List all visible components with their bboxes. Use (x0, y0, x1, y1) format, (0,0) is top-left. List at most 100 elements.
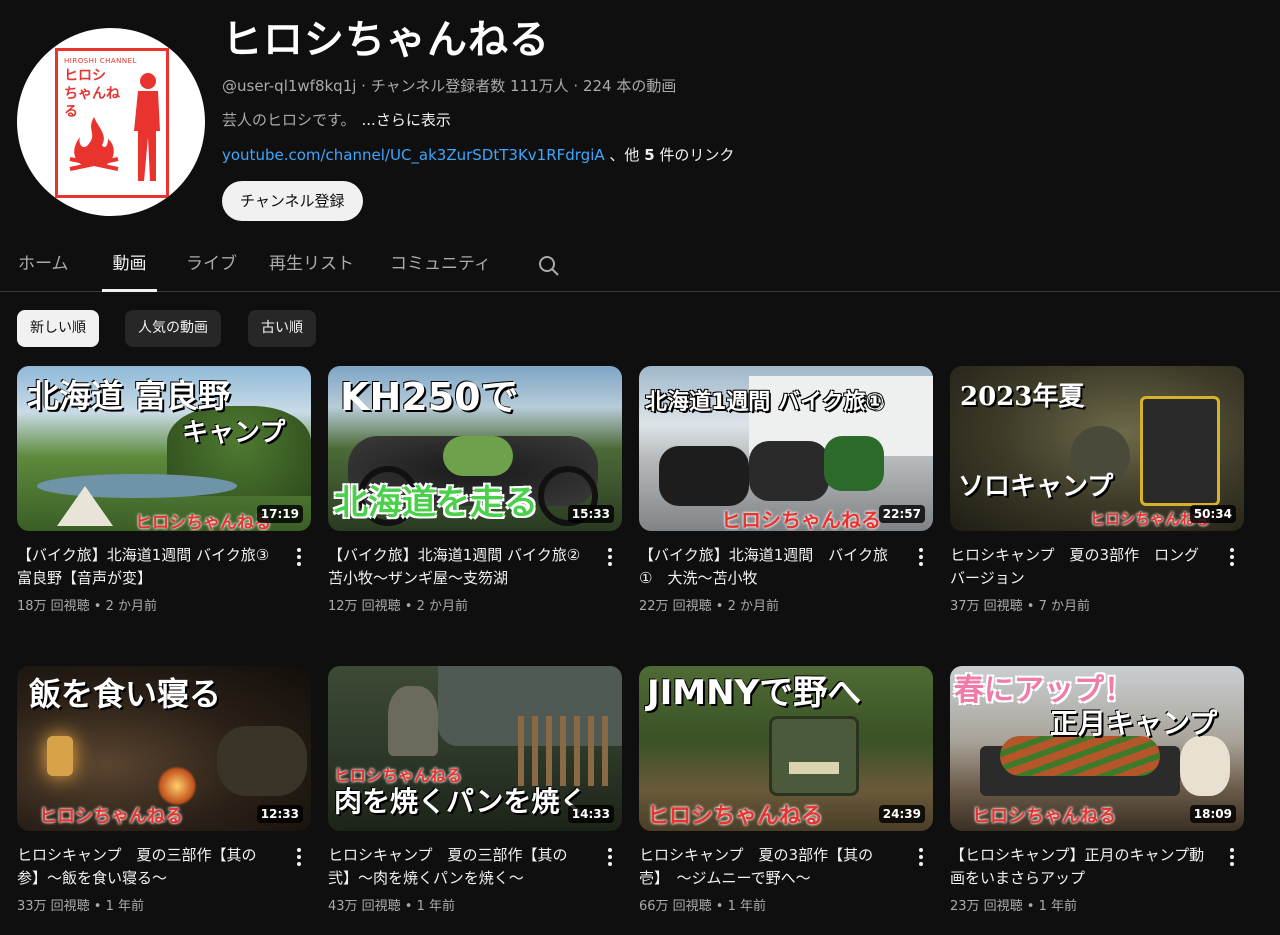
thumbnail-title: 飯を食い寝る (29, 675, 222, 713)
video-title[interactable]: 【バイク旅】北海道1週間 バイク旅② 苫小牧〜ザンギ屋〜支笏湖 (328, 544, 590, 590)
thumbnail-watermark: ヒロシちゃんねる (972, 806, 1116, 827)
more-options-icon[interactable] (915, 846, 927, 868)
motorcycle-shape (824, 436, 884, 491)
video-meta: 18万 回視聴 • 2 か月前 (17, 599, 158, 614)
more-options-icon[interactable] (604, 546, 616, 568)
channel-tabs: ホーム 動画 ライブ 再生リスト コミュニティ (0, 242, 1280, 292)
links-count[interactable]: 5 (644, 146, 654, 164)
tab-videos[interactable]: 動画 (102, 242, 157, 292)
fuel-tank-shape (443, 436, 513, 476)
video-duration: 50:34 (1189, 505, 1236, 523)
campfire-icon (69, 117, 119, 171)
video-title[interactable]: ヒロシキャンプ 夏の三部作【其の参】〜飯を食い寝る〜 (17, 844, 279, 890)
avatar-logo-frame: HIROSHI CHANNEL ヒロシ ちゃんねる (55, 48, 169, 198)
thumbnail-subtitle: 肉を焼くパンを焼く (334, 785, 588, 818)
video-card[interactable]: KH250で 北海道を走る 15:33 【バイク旅】北海道1週間 バイク旅② 苫… (328, 366, 622, 626)
video-card[interactable]: 飯を食い寝る ヒロシちゃんねる 12:33 ヒロシキャンプ 夏の三部作【其の参】… (17, 666, 311, 926)
channel-title: ヒロシちゃんねる (222, 17, 550, 63)
video-meta: 12万 回視聴 • 2 か月前 (328, 599, 469, 614)
channel-links: youtube.com/channel/UC_ak3ZurSDtT3Kv1RFd… (222, 145, 734, 165)
thumbnail-title: 北海道 富良野 (27, 377, 231, 415)
lantern-shape (47, 736, 73, 776)
description-text: 芸人のヒロシです。 (222, 111, 356, 129)
video-card[interactable]: 2023年夏 ソロキャンプ ヒロシちゃんねる 50:34 ヒロシキャンプ 夏の3… (950, 366, 1244, 626)
video-duration: 15:33 (567, 505, 614, 523)
channel-avatar[interactable]: HIROSHI CHANNEL ヒロシ ちゃんねる (17, 28, 205, 216)
video-meta: 66万 回視聴 • 1 年前 (639, 899, 767, 914)
food-shape (1000, 736, 1160, 776)
search-icon[interactable] (537, 254, 561, 278)
video-duration: 18:09 (1189, 805, 1236, 823)
person-silhouette-icon (134, 73, 160, 181)
more-options-icon[interactable] (293, 846, 305, 868)
channel-header: HIROSHI CHANNEL ヒロシ ちゃんねる ヒロシちゃんねる @user… (0, 0, 1280, 240)
video-thumbnail[interactable]: 北海道1週間 バイク旅① ヒロシちゃんねる 22:57 (639, 366, 933, 531)
thumbnail-subtitle: ソロキャンプ (958, 472, 1114, 502)
subscribe-button[interactable]: チャンネル登録 (222, 181, 363, 221)
video-thumbnail[interactable]: KH250で 北海道を走る 15:33 (328, 366, 622, 531)
lantern-shape (1140, 396, 1220, 506)
tab-live[interactable]: ライブ (186, 242, 237, 292)
video-thumbnail[interactable]: 飯を食い寝る ヒロシちゃんねる 12:33 (17, 666, 311, 831)
more-options-icon[interactable] (293, 546, 305, 568)
video-title[interactable]: 【バイク旅】北海道1週間 バイク旅③ 富良野【音声が変】 (17, 544, 279, 590)
thumbnail-title: JIMNYで野へ (647, 673, 862, 713)
more-options-icon[interactable] (604, 846, 616, 868)
person-shape (388, 686, 438, 756)
thumbnail-title: KH250で (340, 375, 519, 419)
chip-popular[interactable]: 人気の動画 (125, 310, 221, 347)
thumbnail-subtitle: 北海道を走る (334, 483, 538, 523)
video-title[interactable]: ヒロシキャンプ 夏の三部作【其の弐】〜肉を焼くパンを焼く〜 (328, 844, 590, 890)
channel-meta: @user-ql1wf8kq1j · チャンネル登録者数 111万人 · 224… (222, 77, 677, 95)
video-card[interactable]: ヒロシちゃんねる 肉を焼くパンを焼く 14:33 ヒロシキャンプ 夏の三部作【其… (328, 666, 622, 926)
license-plate-shape (789, 762, 839, 774)
video-duration: 24:39 (878, 805, 925, 823)
more-options-icon[interactable] (915, 546, 927, 568)
video-meta: 22万 回視聴 • 2 か月前 (639, 599, 780, 614)
tab-playlists[interactable]: 再生リスト (269, 242, 354, 292)
thumbnail-title: 春にアップ！ (954, 673, 1134, 708)
thumbnail-title: 2023年夏 (960, 382, 1085, 412)
jimny-shape (769, 716, 859, 796)
video-title[interactable]: 【バイク旅】北海道1週間 バイク旅① 大洗〜苫小牧 (639, 544, 901, 590)
video-meta: 43万 回視聴 • 1 年前 (328, 899, 456, 914)
more-options-icon[interactable] (1226, 546, 1238, 568)
avatar-logo-tag: HIROSHI CHANNEL (64, 57, 137, 65)
motorcycle-shape (749, 441, 829, 501)
video-title[interactable]: 【ヒロシキャンプ】正月のキャンプ動画をいまさらアップ (950, 844, 1212, 890)
fire-shape (157, 766, 197, 806)
video-title[interactable]: ヒロシキャンプ 夏の3部作【其の壱】 〜ジムニーで野へ〜 (639, 844, 901, 890)
video-card[interactable]: JIMNYで野へ ヒロシちゃんねる 24:39 ヒロシキャンプ 夏の3部作【其の… (639, 666, 933, 926)
links-suffix-pre: 、他 (604, 146, 645, 164)
pot-shape (1180, 736, 1230, 796)
channel-url-link[interactable]: youtube.com/channel/UC_ak3ZurSDtT3Kv1RFd… (222, 146, 605, 164)
video-thumbnail[interactable]: JIMNYで野へ ヒロシちゃんねる 24:39 (639, 666, 933, 831)
video-card[interactable]: 春にアップ！ 正月キャンプ ヒロシちゃんねる 18:09 【ヒロシキャンプ】正月… (950, 666, 1244, 926)
video-meta: 33万 回視聴 • 1 年前 (17, 899, 145, 914)
video-card[interactable]: 北海道 富良野 キャンプ ヒロシちゃんねる 17:19 【バイク旅】北海道1週間… (17, 366, 311, 626)
video-title[interactable]: ヒロシキャンプ 夏の3部作 ロングバージョン (950, 544, 1212, 590)
tab-home[interactable]: ホーム (18, 242, 69, 292)
tab-community[interactable]: コミュニティ (390, 242, 491, 292)
more-options-icon[interactable] (1226, 846, 1238, 868)
video-duration: 12:33 (256, 805, 303, 823)
video-duration: 17:19 (256, 505, 303, 523)
channel-description[interactable]: 芸人のヒロシです。 ...さらに表示 (222, 110, 451, 130)
thumbnail-watermark: ヒロシちゃんねる (647, 804, 824, 829)
chip-oldest[interactable]: 古い順 (248, 310, 316, 347)
motorcycle-shape (659, 446, 749, 506)
video-duration: 22:57 (878, 505, 925, 523)
video-card[interactable]: 北海道1週間 バイク旅① ヒロシちゃんねる 22:57 【バイク旅】北海道1週間… (639, 366, 933, 626)
video-thumbnail[interactable]: ヒロシちゃんねる 肉を焼くパンを焼く 14:33 (328, 666, 622, 831)
links-suffix-post[interactable]: 件のリンク (655, 146, 734, 164)
thumbnail-subtitle: キャンプ (182, 418, 286, 448)
thumbnail-watermark: ヒロシちゃんねる (721, 508, 881, 531)
video-thumbnail[interactable]: 春にアップ！ 正月キャンプ ヒロシちゃんねる 18:09 (950, 666, 1244, 831)
chip-newest[interactable]: 新しい順 (17, 310, 99, 347)
video-thumbnail[interactable]: 2023年夏 ソロキャンプ ヒロシちゃんねる 50:34 (950, 366, 1244, 531)
video-duration: 14:33 (567, 805, 614, 823)
video-meta: 37万 回視聴 • 7 か月前 (950, 599, 1091, 614)
show-more-link[interactable]: ...さらに表示 (362, 111, 451, 129)
firewood-shape (518, 716, 608, 786)
video-thumbnail[interactable]: 北海道 富良野 キャンプ ヒロシちゃんねる 17:19 (17, 366, 311, 531)
